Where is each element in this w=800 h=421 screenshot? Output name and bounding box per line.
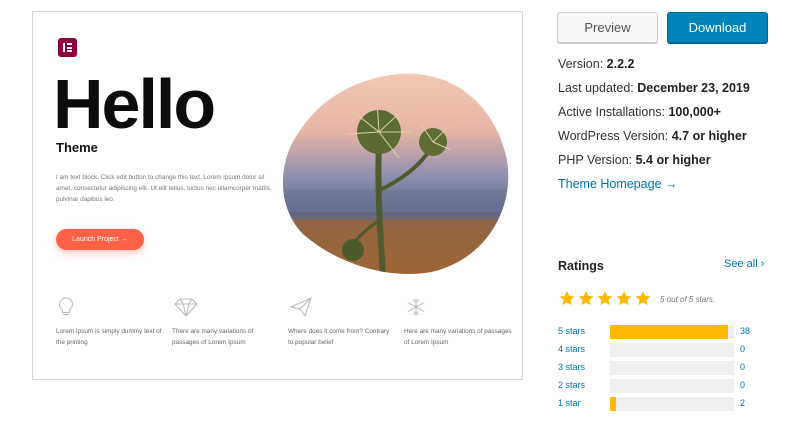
feature-text: Where does it come from? Contrary to pop…: [288, 328, 390, 346]
rating-row-count: 0: [740, 344, 746, 354]
feature-text: Here are many variations of passages of …: [404, 328, 512, 346]
feature-item: Lorem Ipsum is simply dummy text of the …: [56, 297, 164, 348]
ratings-heading: Ratings: [558, 259, 604, 273]
wordpress-version-value: 4.7 or higher: [671, 129, 747, 143]
feature-text: Lorem Ipsum is simply dummy text of the …: [56, 328, 162, 346]
active-installations-value: 100,000+: [668, 105, 721, 119]
php-version-value: 5.4 or higher: [635, 153, 711, 167]
theme-homepage-link[interactable]: Theme Homepage →: [558, 177, 678, 191]
star-filled-icon: [597, 291, 613, 306]
launch-project-button: Launch Project →: [56, 229, 144, 250]
theme-screenshot: Hello Theme I am text block. Click edit …: [32, 11, 523, 380]
feature-item: There are many variations of passages of…: [172, 297, 280, 348]
version-info: Version: 2.2.2: [558, 57, 635, 71]
rating-row-count: 2: [740, 398, 746, 408]
star-filled-icon: [559, 291, 575, 306]
rating-bar-fill: [610, 397, 617, 411]
rating-row-label[interactable]: 4 stars: [558, 344, 585, 354]
last-updated-value: December 23, 2019: [637, 81, 750, 95]
star-rating: [558, 290, 652, 307]
star-filled-icon: [635, 291, 651, 306]
rating-bar-fill: [610, 325, 728, 339]
rating-row-label[interactable]: 1 star: [558, 398, 581, 408]
rating-row-label[interactable]: 2 stars: [558, 380, 585, 390]
rating-row-count: 0: [740, 362, 746, 372]
lightbulb-icon: [58, 297, 74, 315]
active-installations-info: Active Installations: 100,000+: [558, 105, 721, 119]
star-filled-icon: [578, 291, 594, 306]
rating-row-count: 0: [740, 380, 746, 390]
paper-plane-icon: [290, 297, 312, 317]
snowflake-icon: [407, 298, 425, 316]
diamond-icon: [174, 298, 198, 317]
php-version-info: PHP Version: 5.4 or higher: [558, 153, 711, 167]
rating-bar: [610, 361, 734, 375]
version-value: 2.2.2: [606, 57, 635, 71]
rating-bar: [610, 325, 734, 339]
see-all-ratings-link[interactable]: See all ›: [724, 258, 764, 270]
preview-button[interactable]: Preview: [557, 12, 658, 43]
feature-text: There are many variations of passages of…: [172, 328, 254, 346]
last-updated-info: Last updated: December 23, 2019: [558, 81, 750, 95]
rating-row-label[interactable]: 5 stars: [558, 326, 585, 336]
wordpress-version-info: WordPress Version: 4.7 or higher: [558, 129, 747, 143]
feature-item: Here are many variations of passages of …: [404, 297, 512, 348]
rating-bar: [610, 343, 734, 357]
star-filled-icon: [616, 291, 632, 306]
rating-row-label[interactable]: 3 stars: [558, 362, 585, 372]
hero-text-block: I am text block. Click edit button to ch…: [56, 174, 272, 203]
cactus-photo-blob: [282, 73, 509, 274]
rating-bar: [610, 397, 734, 411]
rating-summary: 5 out of 5 stars.: [660, 295, 716, 304]
feature-item: Where does it come from? Contrary to pop…: [288, 297, 396, 348]
rating-row-count: 38: [740, 326, 751, 336]
rating-bar: [610, 379, 734, 393]
hero-subheading: Theme: [56, 140, 98, 155]
hero-heading: Hello: [53, 65, 216, 143]
elementor-logo-icon: [58, 38, 77, 57]
download-button[interactable]: Download: [667, 12, 768, 43]
